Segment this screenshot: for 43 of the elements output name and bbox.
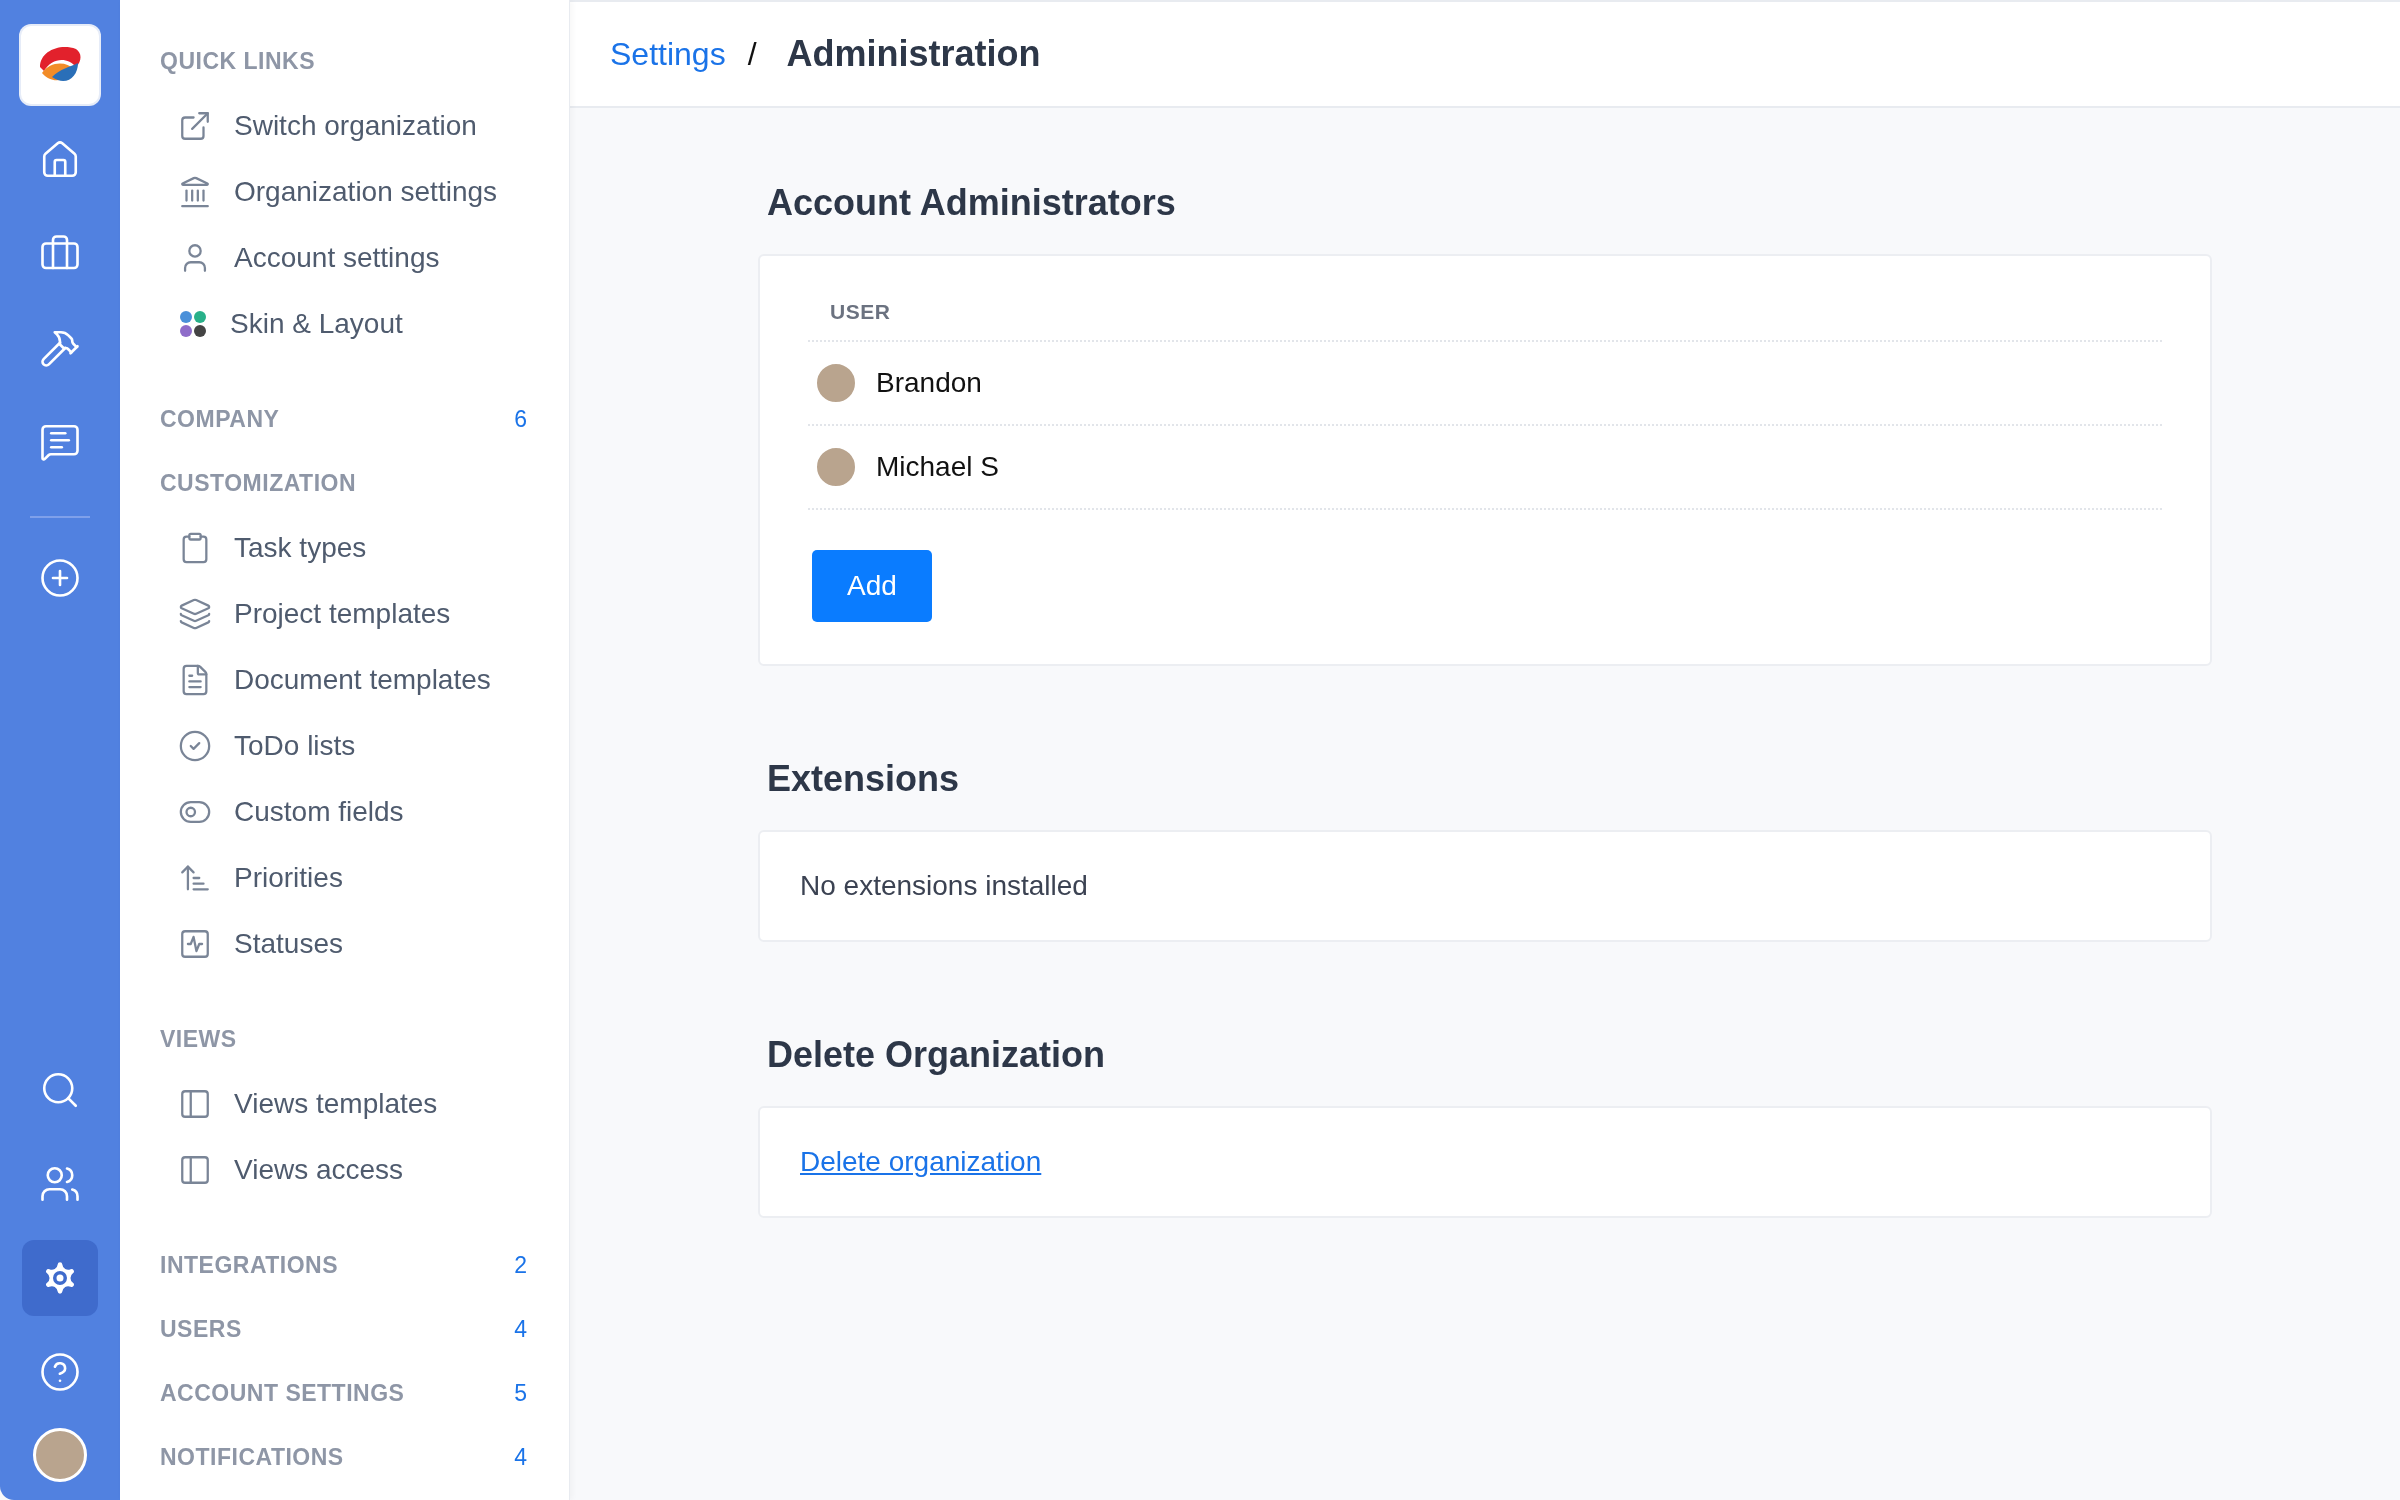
sidebar-link[interactable]: Priorities [160, 845, 533, 911]
sidebar-link[interactable]: Account settings [160, 225, 533, 291]
sidebar-link[interactable]: Task types [160, 515, 533, 581]
empty-message: No extensions installed [800, 870, 1089, 902]
add-button[interactable]: Add [812, 550, 932, 622]
activity-icon [178, 927, 212, 961]
panel-layout-icon [178, 1087, 212, 1121]
user-avatar[interactable] [33, 1428, 87, 1482]
sidebar-link[interactable]: Statuses [160, 911, 533, 977]
sidebar-link[interactable]: Views templates [160, 1071, 533, 1137]
plus-circle-icon [39, 557, 81, 599]
settings-button[interactable] [22, 1240, 98, 1316]
sidebar-link[interactable]: Organization settings [160, 159, 533, 225]
sidebar-link[interactable]: Document templates [160, 647, 533, 713]
section-title: Account Administrators [767, 181, 1177, 225]
page-title: Administration [786, 33, 1041, 75]
sidebar-link[interactable]: Project templates [160, 581, 533, 647]
four-dots-icon [178, 309, 208, 339]
app-logo[interactable] [21, 26, 99, 104]
section-count: 5 [514, 1379, 527, 1407]
section-count: 4 [514, 1443, 527, 1471]
column-header: USER [808, 300, 2162, 342]
section-title: Delete Organization [767, 1033, 1107, 1077]
breadcrumb-link[interactable]: Settings [610, 35, 726, 73]
sidebar-link[interactable]: Switch organization [160, 93, 533, 159]
section-count: 4 [514, 1315, 527, 1343]
panel-layout-icon [178, 1153, 212, 1187]
sidebar-link[interactable]: Custom fields [160, 779, 533, 845]
section-title: Extensions [767, 757, 961, 801]
user-name: Michael S [876, 451, 999, 483]
bank-building-icon [178, 175, 212, 209]
user-name: Brandon [876, 367, 982, 399]
breadcrumb-separator: / [747, 35, 757, 73]
external-link-icon [178, 109, 212, 143]
delete-organization-link[interactable]: Delete organization [800, 1146, 1042, 1177]
sidebar-link[interactable]: Skin & Layout [160, 291, 533, 357]
layers-icon [178, 597, 212, 631]
section-count: 6 [514, 405, 527, 433]
sidebar-link[interactable]: Views access [160, 1137, 533, 1203]
section-count: 2 [514, 1251, 527, 1279]
help-icon [39, 1351, 81, 1393]
sidebar-link[interactable]: ToDo lists [160, 713, 533, 779]
check-circle-icon [178, 729, 212, 763]
